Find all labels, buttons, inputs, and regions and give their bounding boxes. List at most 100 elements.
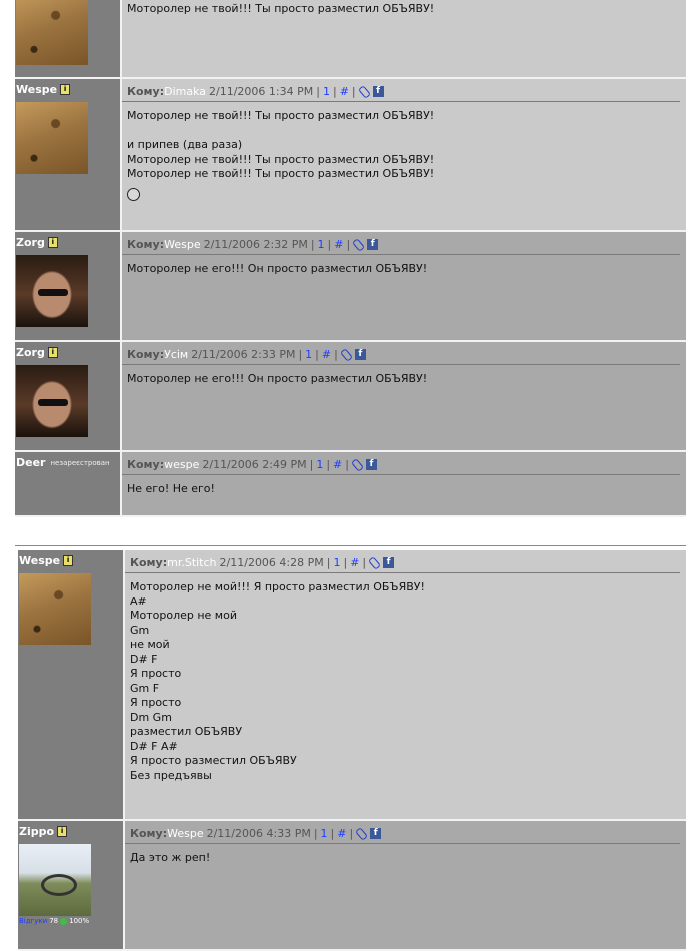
post-row: Deer незареєстрован Кому: wespe 2/11/2006 2:… [15,451,686,517]
post-date: 2/11/2006 2:33 PM [191,347,296,361]
post-date: 2/11/2006 4:33 PM [206,826,311,840]
post-author-panel: Wespe i [15,78,122,232]
post-text-line: Моторолер не твой!!! Ты просто разместил… [127,2,435,15]
permalink[interactable]: # [333,458,342,471]
post-author-panel: Zorg i [15,231,122,342]
info-icon[interactable]: i [57,826,68,837]
permalink[interactable]: # [334,238,343,251]
avatar [19,573,91,645]
reviews-link[interactable]: Відгуки [19,917,47,925]
post-content: Кому: Wespe 2/11/2006 4:33 PM | 1 | # | f Да это … [124,820,686,951]
attachment-icon[interactable] [352,459,363,470]
avatar [19,844,91,916]
facebook-icon[interactable]: f [383,556,395,568]
guest-label: незареєстрован [50,458,110,467]
post-text-line: Моторолер не его!!! Он просто разместил … [127,262,428,275]
post-row: Zorg i Кому: Усім 2/11/2006 2:33 PM | 1 | # | f Мот… [15,341,686,452]
facebook-icon[interactable]: f [372,85,384,97]
separator: | [315,347,319,361]
reply-count-link[interactable]: 1 [316,458,323,471]
post-body: Моторолер не мой!!! Я просто разместил О… [125,573,686,789]
post-text-line: Dm Gm [130,710,172,724]
info-icon[interactable]: i [47,347,58,358]
recipient-link[interactable]: Wespe [164,238,200,251]
post-body: Да это ж реп! [125,844,686,872]
reply-count-link[interactable]: 1 [318,238,325,251]
post-author-panel: Wespe i [18,550,125,821]
permalink[interactable]: # [350,556,359,569]
smiley-icon [127,187,140,201]
glasses-shape [38,399,68,406]
attachment-icon[interactable] [369,557,380,568]
post-text-line: Я просто [130,667,182,680]
facebook-icon[interactable]: f [367,238,379,250]
post-text-line: и припев (два раза) [127,138,243,151]
info-icon[interactable]: i [47,237,58,248]
author-name[interactable]: Wespe [19,554,60,567]
post-text-line: Я просто [130,696,182,709]
author-block: Wespe i [18,550,123,568]
recipient-link[interactable]: Dimaka [164,85,206,98]
info-icon[interactable]: i [60,84,71,95]
post-text-line: Без предъявы [130,768,212,782]
thread-bottom: Wespe i Кому: mr.Stitch 2/11/2006 4:28 PM | 1 |… [18,550,686,951]
separator: | [345,457,349,471]
reply-count-link[interactable]: 1 [305,348,312,361]
post-author-panel [15,0,122,79]
post-row: Zorg i Кому: Wespe 2/11/2006 2:32 PM | 1 | # | f Мо… [15,231,686,342]
author-name[interactable]: Deer [16,456,45,469]
facebook-icon[interactable]: f [354,348,366,360]
reply-count-link[interactable]: 1 [323,85,330,98]
author-block: Deer незареєстрован [15,452,120,470]
post-text-line: Моторолер не твой!!! Ты просто разместил… [127,152,435,166]
post-header: Кому: Wespe 2/11/2006 2:32 PM | 1 | # | f [122,232,680,255]
avatar [16,102,88,174]
post-date: 2/11/2006 2:32 PM [203,237,308,251]
avatar [16,0,88,65]
post-text-line: Моторолер не твой!!! Ты просто разместил… [127,109,435,122]
permalink[interactable]: # [322,348,331,361]
separator: | [346,237,351,251]
post-date: 2/11/2006 2:49 PM [202,457,307,471]
recipient-link[interactable]: wespe [164,458,199,471]
post-body: Моторолер не его!!! Он просто разместил … [122,365,686,393]
attachment-icon[interactable] [359,86,370,97]
permalink[interactable]: # [340,85,349,98]
reviews-percent: 100% [69,917,90,925]
post-content: Кому: mr.Stitch 2/11/2006 4:28 PM | 1 | # | f Мот… [124,550,686,821]
post-text-line: D# F A# [130,739,178,753]
attachment-icon[interactable] [353,239,364,250]
separator: | [362,555,367,569]
separator: | [334,347,338,361]
author-name[interactable]: Zorg [16,236,45,249]
post-author-panel: Deer незареєстрован [15,451,122,517]
separator: | [332,84,337,98]
separator: | [298,347,303,361]
reviews-count: 78 [49,917,59,925]
reply-count-link[interactable]: 1 [321,827,328,840]
permalink[interactable]: # [337,827,346,840]
facebook-icon[interactable]: f [365,458,377,470]
reply-count-link[interactable]: 1 [333,556,340,569]
author-name[interactable]: Zippo [19,825,54,838]
author-name[interactable]: Zorg [16,346,45,359]
attachment-icon[interactable] [356,828,367,839]
attachment-icon[interactable] [341,349,352,360]
recipient-link[interactable]: Wespe [167,827,203,840]
post-row: Wespe i Кому: Dimaka 2/11/2006 1:34 PM | 1 | # | f… [15,78,686,232]
facebook-icon[interactable]: f [370,827,382,839]
post-author-panel: Zippo i Відгуки 78 100% [18,820,125,951]
info-icon[interactable]: i [63,555,74,566]
recipient-link[interactable]: mr.Stitch [167,556,216,569]
post-body: Моторолер не его!!! Он просто разместил … [122,255,686,283]
post-header: Кому: mr.Stitch 2/11/2006 4:28 PM | 1 | # | f [125,550,680,573]
separator: | [327,237,332,251]
separator: | [309,457,314,471]
post-text-line [127,124,681,139]
separator: | [316,84,320,98]
to-label: Кому: [127,347,165,361]
author-name[interactable]: Wespe [16,83,57,96]
separator: | [313,826,318,840]
recipient-link[interactable]: Усім [164,348,188,361]
divider [15,545,686,546]
